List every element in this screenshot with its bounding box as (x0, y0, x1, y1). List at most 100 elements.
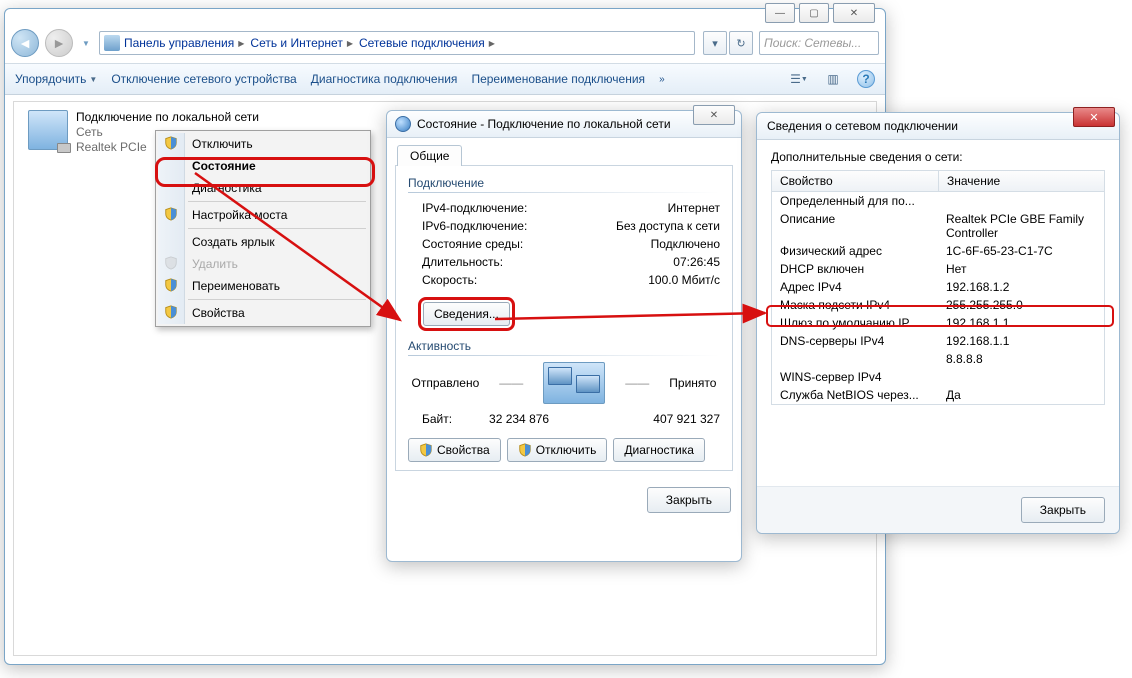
menu-properties[interactable]: Свойства (158, 302, 368, 324)
column-value[interactable]: Значение (939, 171, 1104, 191)
status-dialog: ✕ Состояние - Подключение по локальной с… (386, 110, 742, 562)
network-adapter-icon (28, 110, 68, 150)
adapter-name: Подключение по локальной сети (76, 110, 259, 125)
search-input[interactable]: Поиск: Сетевы... (759, 31, 879, 55)
address-dropdown-icon[interactable]: ▾ (703, 31, 727, 55)
value-cell: 192.168.1.1 (938, 314, 1104, 332)
breadcrumb-2[interactable]: Сеть и Интернет (250, 36, 342, 50)
menu-delete: Удалить (158, 253, 368, 275)
duration-value: 07:26:45 (673, 255, 720, 269)
control-panel-icon (104, 35, 120, 51)
table-row[interactable]: DNS-серверы IPv4192.168.1.1 (772, 332, 1104, 350)
forward-button[interactable]: ► (45, 29, 73, 57)
table-row[interactable]: Маска подсети IPv4255.255.255.0 (772, 296, 1104, 314)
property-cell: Служба NetBIOS через... (772, 386, 938, 404)
property-cell: Описание (772, 210, 938, 242)
details-table: Свойство Значение Определенный для по...… (771, 170, 1105, 405)
menu-disable[interactable]: Отключить (158, 133, 368, 155)
value-cell (938, 368, 1104, 386)
menu-diagnose[interactable]: Диагностика (158, 177, 368, 199)
column-property[interactable]: Свойство (772, 171, 939, 191)
close-button[interactable]: ✕ (833, 3, 875, 23)
speed-label: Скорость: (422, 273, 477, 287)
chevron-right-icon[interactable]: ▶ (487, 39, 497, 48)
value-cell: 8.8.8.8 (938, 350, 1104, 368)
table-row[interactable]: Шлюз по умолчанию IP...192.168.1.1 (772, 314, 1104, 332)
media-state-label: Состояние среды: (422, 237, 523, 251)
close-button[interactable]: Закрыть (1021, 497, 1105, 523)
received-label: Принято (669, 376, 716, 390)
activity-group-label: Активность (408, 339, 720, 353)
connection-group-label: Подключение (408, 176, 720, 190)
properties-button[interactable]: Свойства (408, 438, 501, 462)
rename-connection-button[interactable]: Переименование подключения (471, 72, 645, 86)
view-mode-icon[interactable]: ☰▼ (789, 69, 809, 89)
close-button[interactable]: ✕ (693, 105, 735, 125)
table-row[interactable]: Адрес IPv4192.168.1.2 (772, 278, 1104, 296)
breadcrumb-3[interactable]: Сетевые подключения (359, 36, 485, 50)
property-cell: Шлюз по умолчанию IP... (772, 314, 938, 332)
table-row[interactable]: ОписаниеRealtek PCIe GBE Family Controll… (772, 210, 1104, 242)
property-cell: DNS-серверы IPv4 (772, 332, 938, 350)
search-placeholder: Поиск: Сетевы... (764, 36, 861, 50)
minimize-button[interactable]: — (765, 3, 795, 23)
ipv4-label: IPv4-подключение: (422, 201, 527, 215)
shield-icon (164, 207, 178, 221)
value-cell: 255.255.255.0 (938, 296, 1104, 314)
property-cell (772, 350, 938, 368)
table-row[interactable]: 8.8.8.8 (772, 350, 1104, 368)
back-button[interactable]: ◄ (11, 29, 39, 57)
details-subtitle: Дополнительные сведения о сети: (771, 150, 1105, 164)
media-state-value: Подключено (651, 237, 720, 251)
shield-icon (164, 256, 178, 270)
chevron-down-icon: ▼ (89, 75, 97, 84)
shield-icon (164, 278, 178, 292)
menu-create-shortcut[interactable]: Создать ярлык (158, 231, 368, 253)
preview-pane-icon[interactable]: ▥ (823, 69, 843, 89)
tab-general[interactable]: Общие (397, 145, 462, 166)
disable-device-button[interactable]: Отключение сетевого устройства (111, 72, 296, 86)
value-cell (938, 192, 1104, 210)
details-button[interactable]: Сведения... (423, 302, 510, 326)
ipv4-value: Интернет (668, 201, 720, 215)
close-button[interactable]: ✕ (1073, 107, 1115, 127)
activity-monitors-icon (543, 362, 605, 404)
menu-status[interactable]: Состояние (158, 155, 368, 177)
property-cell: Адрес IPv4 (772, 278, 938, 296)
shield-icon (164, 136, 178, 150)
diagnose-connection-button[interactable]: Диагностика подключения (311, 72, 458, 86)
ipv6-value: Без доступа к сети (616, 219, 720, 233)
table-row[interactable]: Физический адрес1C-6F-65-23-C1-7C (772, 242, 1104, 260)
context-menu: Отключить Состояние Диагностика Настройк… (155, 130, 371, 327)
menu-rename[interactable]: Переименовать (158, 275, 368, 297)
ipv6-label: IPv6-подключение: (422, 219, 527, 233)
property-cell: Определенный для по... (772, 192, 938, 210)
help-icon[interactable]: ? (857, 70, 875, 88)
value-cell: 192.168.1.2 (938, 278, 1104, 296)
table-row[interactable]: Служба NetBIOS через...Да (772, 386, 1104, 404)
network-status-icon (395, 116, 411, 132)
bytes-received: 407 921 327 (586, 412, 720, 426)
maximize-button[interactable]: ▢ (799, 3, 829, 23)
toolbar: Упорядочить▼ Отключение сетевого устройс… (5, 63, 885, 95)
disable-button[interactable]: Отключить (507, 438, 608, 462)
address-bar[interactable]: Панель управления▶ Сеть и Интернет▶ Сете… (99, 31, 695, 55)
table-row[interactable]: DHCP включенНет (772, 260, 1104, 278)
menu-bridge[interactable]: Настройка моста (158, 204, 368, 226)
breadcrumb-1[interactable]: Панель управления (124, 36, 234, 50)
diagnose-button[interactable]: Диагностика (613, 438, 705, 462)
property-cell: Маска подсети IPv4 (772, 296, 938, 314)
value-cell: Да (938, 386, 1104, 404)
chevron-right-icon[interactable]: ▶ (236, 39, 246, 48)
table-row[interactable]: WINS-сервер IPv4 (772, 368, 1104, 386)
table-row[interactable]: Определенный для по... (772, 192, 1104, 210)
refresh-button[interactable]: ↻ (729, 31, 753, 55)
duration-label: Длительность: (422, 255, 503, 269)
details-dialog: ✕ Сведения о сетевом подключении Дополни… (756, 112, 1120, 534)
close-button[interactable]: Закрыть (647, 487, 731, 513)
organize-menu[interactable]: Упорядочить▼ (15, 72, 97, 86)
chevron-right-icon[interactable]: ▶ (345, 39, 355, 48)
value-cell: 1C-6F-65-23-C1-7C (938, 242, 1104, 260)
chevron-right-icon[interactable]: » (659, 74, 665, 85)
history-dropdown-icon[interactable]: ▼ (79, 30, 93, 56)
